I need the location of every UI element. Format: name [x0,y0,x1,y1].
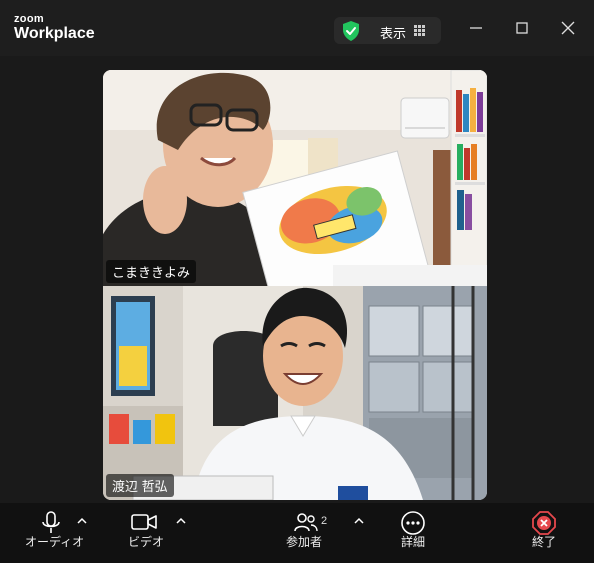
view-label: 表示 [380,26,407,41]
video-label: ビデオ [128,535,165,549]
participant-1-video [103,70,487,286]
logo-brand-small: zoom [14,13,44,25]
participants-icon [294,513,318,532]
participant-name-tag: こまききよみ [106,260,197,283]
end-label: 終了 [532,535,557,549]
minimize-icon[interactable] [464,16,488,40]
audio-options-chevron-up-icon[interactable] [77,517,87,525]
logo-brand-large: Workplace [14,25,95,42]
meeting-toolbar: オーディオ ビデオ 2 参加者 詳細 終了 [0,503,594,563]
view-button[interactable]: 表示 [334,17,441,44]
video-tile-participant-1[interactable]: こまききよみ [103,70,487,286]
maximize-icon[interactable] [510,16,534,40]
video-options-chevron-up-icon[interactable] [176,517,186,525]
grid-view-icon [414,25,425,36]
audio-label: オーディオ [25,535,85,549]
video-camera-icon [131,514,157,530]
participant-name-tag: 渡辺 哲弘 [106,474,174,497]
end-meeting-icon [532,511,556,535]
microphone-icon [42,511,60,533]
participant-2-video [103,286,487,500]
video-tile-participant-2[interactable]: 渡辺 哲弘 [103,286,487,500]
more-label: 詳細 [401,535,426,549]
video-stage: こまききよみ 渡辺 哲弘 [0,56,594,503]
close-icon[interactable] [556,16,580,40]
title-bar: zoom Workplace 表示 [0,0,594,56]
participants-count-badge: 2 [321,515,328,527]
security-shield-icon [343,21,359,41]
app-logo: zoom Workplace [14,14,95,42]
participants-options-chevron-up-icon[interactable] [354,517,364,525]
participants-label: 参加者 [286,535,323,549]
more-options-icon [401,511,425,535]
